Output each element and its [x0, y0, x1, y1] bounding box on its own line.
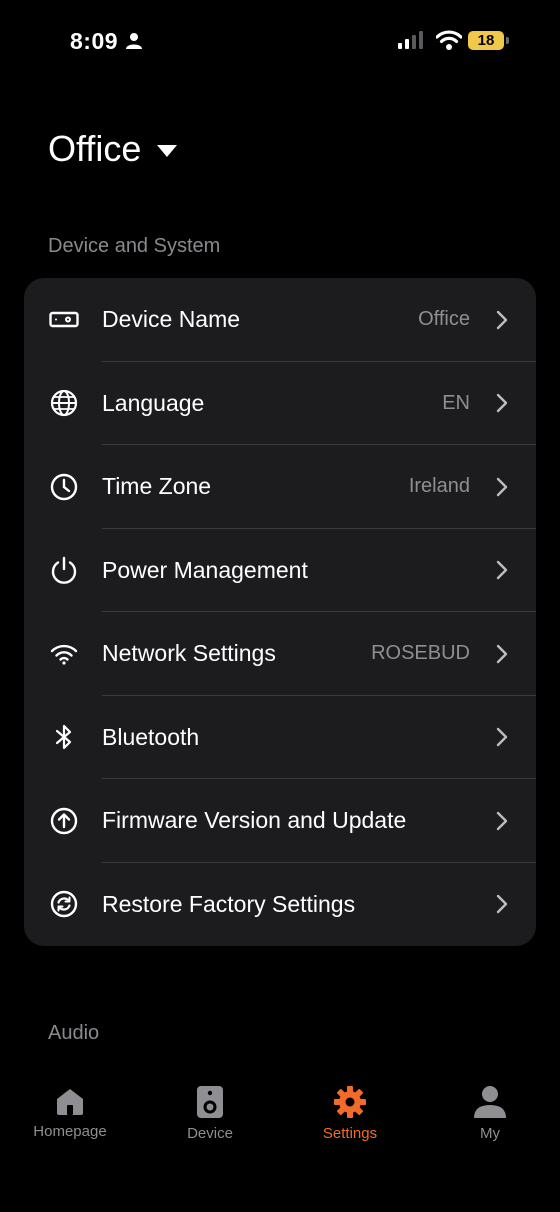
chevron-right-icon	[496, 477, 508, 496]
chevron-right-icon	[496, 895, 508, 914]
setting-label: Bluetooth	[102, 723, 200, 750]
setting-power-management[interactable]: Power Management	[24, 529, 536, 612]
chevron-right-icon	[496, 310, 508, 329]
wifi-icon	[48, 638, 80, 670]
clock-icon	[48, 471, 80, 503]
caret-down-icon	[157, 145, 178, 157]
setting-device-name[interactable]: Device Name Office	[24, 278, 536, 362]
settings-card: Device Name Office Language EN Time Zone…	[24, 278, 536, 946]
setting-value: Ireland	[408, 475, 470, 498]
setting-restore-factory[interactable]: Restore Factory Settings	[24, 863, 536, 947]
tab-label: Homepage	[33, 1123, 107, 1140]
tab-homepage[interactable]: Homepage	[0, 1085, 140, 1140]
tab-label: Device	[187, 1125, 233, 1142]
cellular-signal-icon	[398, 31, 423, 49]
room-selector[interactable]: Office	[48, 128, 178, 170]
setting-label: Time Zone	[102, 473, 212, 500]
person-icon	[474, 1086, 506, 1118]
chevron-right-icon	[496, 561, 508, 580]
status-bar: 8:09 18	[0, 0, 560, 84]
person-status-icon	[126, 33, 142, 49]
battery-tip	[506, 37, 509, 44]
setting-value: Office	[418, 308, 470, 331]
setting-label: Device Name	[102, 306, 241, 333]
globe-icon	[48, 387, 80, 419]
chevron-right-icon	[496, 394, 508, 413]
tab-settings[interactable]: Settings	[280, 1085, 420, 1142]
section-device-system: Device and System	[48, 235, 221, 257]
tab-bar: Homepage Device Settings My	[0, 1075, 560, 1165]
speaker-icon	[197, 1086, 223, 1118]
gear-icon	[334, 1086, 366, 1118]
setting-value: EN	[442, 391, 470, 414]
setting-label: Power Management	[102, 556, 308, 583]
setting-bluetooth[interactable]: Bluetooth	[24, 696, 536, 779]
bluetooth-icon	[48, 721, 80, 753]
chevron-right-icon	[496, 644, 508, 663]
device-icon	[48, 304, 80, 336]
setting-label: Restore Factory Settings	[102, 890, 356, 917]
setting-time-zone[interactable]: Time Zone Ireland	[24, 445, 536, 529]
setting-label: Language	[102, 389, 205, 416]
tab-device[interactable]: Device	[140, 1085, 280, 1142]
upload-icon	[48, 805, 80, 837]
tab-my[interactable]: My	[420, 1085, 560, 1142]
power-icon	[48, 554, 80, 586]
wifi-status-icon	[436, 30, 462, 50]
restore-icon	[48, 888, 80, 920]
setting-label: Network Settings	[102, 640, 276, 667]
chevron-right-icon	[496, 728, 508, 747]
battery-indicator: 18	[468, 31, 504, 50]
setting-value: ROSEBUD	[371, 642, 470, 665]
status-time: 8:09	[70, 28, 119, 54]
setting-label: Firmware Version and Update	[102, 807, 407, 834]
setting-network[interactable]: Network Settings ROSEBUD	[24, 612, 536, 696]
chevron-right-icon	[496, 811, 508, 830]
setting-firmware[interactable]: Firmware Version and Update	[24, 779, 536, 863]
home-icon	[57, 1089, 83, 1115]
section-audio: Audio	[48, 1022, 100, 1044]
page-title: Office	[48, 128, 142, 169]
tab-label: Settings	[322, 1125, 378, 1142]
tab-label: My	[480, 1125, 500, 1142]
setting-language[interactable]: Language EN	[24, 362, 536, 445]
